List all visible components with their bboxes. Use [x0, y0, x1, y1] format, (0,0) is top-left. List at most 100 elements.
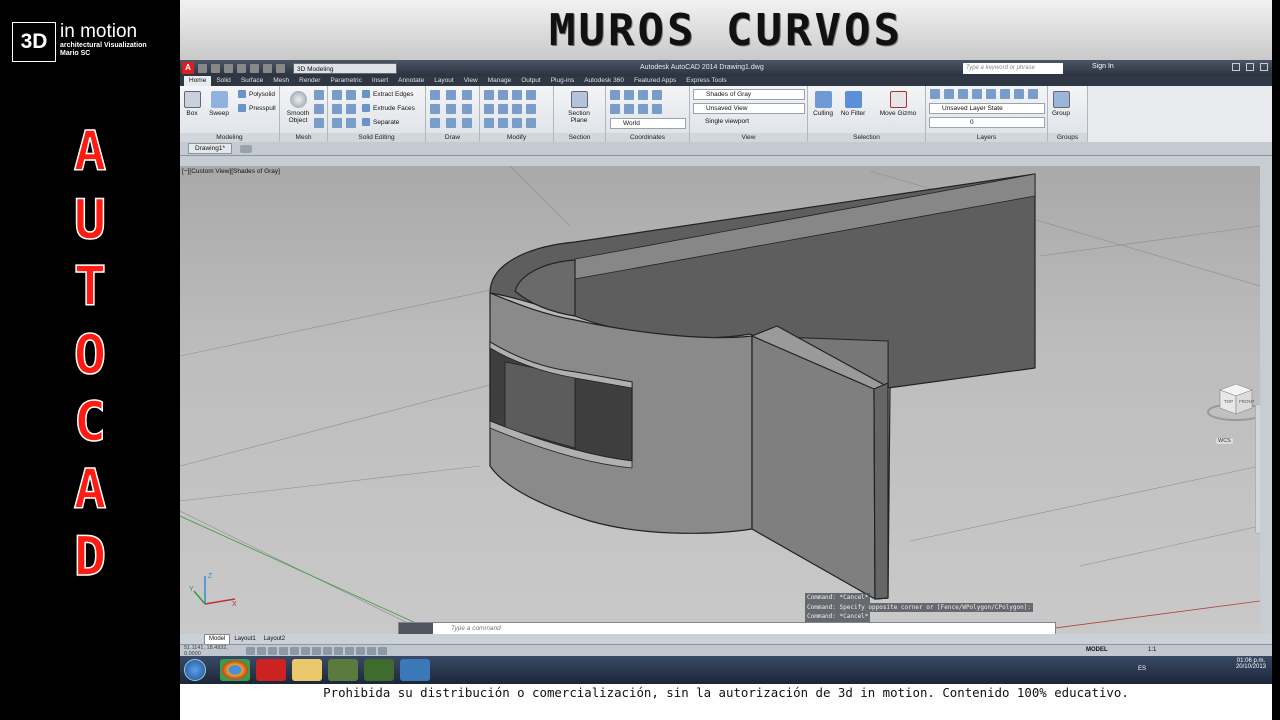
line-icon[interactable]	[430, 90, 440, 100]
open-file-icon[interactable]	[211, 63, 220, 73]
viewcube-graphic[interactable]: TOP FRONT	[1206, 374, 1260, 434]
ucs-icon[interactable]	[652, 90, 662, 100]
tab-insert[interactable]: Insert	[367, 76, 393, 86]
lineweight-icon[interactable]	[345, 646, 354, 655]
save-as-icon[interactable]	[237, 63, 246, 73]
imprint-icon[interactable]	[346, 118, 356, 128]
new-document-tab-icon[interactable]	[240, 144, 252, 153]
culling-button[interactable]: Culling	[810, 91, 836, 117]
document-tab-drawing1[interactable]: Drawing1*	[188, 143, 232, 154]
layer-tool-icon[interactable]	[986, 89, 996, 99]
language-indicator[interactable]: ES	[1138, 666, 1146, 672]
ucs-world-dropdown[interactable]: World	[610, 118, 686, 129]
undo-icon[interactable]	[263, 63, 272, 73]
tab-layout1[interactable]: Layout1	[230, 635, 259, 644]
ucs-icon[interactable]	[638, 104, 648, 114]
smooth-object-button[interactable]: Smooth Object	[284, 91, 312, 124]
polysolid-button[interactable]: Polysolid	[238, 90, 275, 98]
new-file-icon[interactable]	[198, 63, 207, 73]
rotate-icon[interactable]	[498, 90, 508, 100]
minimize-icon[interactable]	[1232, 63, 1240, 71]
chrome-taskbar-icon[interactable]	[220, 659, 250, 681]
ortho-icon[interactable]	[268, 646, 277, 655]
tab-parametric[interactable]: Parametric	[325, 76, 366, 86]
ellipse-icon[interactable]	[462, 104, 472, 114]
layer-tool-icon[interactable]	[930, 89, 940, 99]
tab-surface[interactable]: Surface	[236, 76, 268, 86]
viewcube-front-label[interactable]: FRONT	[1239, 399, 1255, 404]
snap-icon[interactable]	[246, 646, 255, 655]
workspace-selector[interactable]: 3D Modeling	[293, 62, 397, 74]
polyline-icon[interactable]	[430, 104, 440, 114]
quick-properties-icon[interactable]	[367, 646, 376, 655]
slice-icon[interactable]	[346, 104, 356, 114]
drawing-viewport[interactable]: Z X Y [−][Custom View][Shades of Gray] T…	[180, 166, 1260, 634]
tab-output[interactable]: Output	[516, 76, 546, 86]
ucs-icon[interactable]	[610, 104, 620, 114]
panel-title-modify[interactable]: Modify	[480, 133, 553, 142]
interfere-icon[interactable]	[332, 118, 342, 128]
curved-wall-model[interactable]	[489, 173, 1036, 600]
autocad-logo-icon[interactable]: A	[182, 62, 194, 74]
recorder-taskbar-icon[interactable]	[364, 659, 394, 681]
tab-home[interactable]: Home	[184, 76, 212, 86]
start-button[interactable]	[184, 659, 206, 681]
app-taskbar-icon[interactable]	[400, 659, 430, 681]
maximize-icon[interactable]	[1246, 63, 1254, 71]
viewcube[interactable]: TOP FRONT	[1206, 374, 1260, 439]
tab-manage[interactable]: Manage	[483, 76, 517, 86]
panel-title-mesh[interactable]: Mesh	[280, 133, 327, 142]
tab-view[interactable]: View	[459, 76, 483, 86]
offset-icon[interactable]	[498, 118, 508, 128]
autocad-taskbar-icon[interactable]	[256, 659, 286, 681]
otrack-icon[interactable]	[312, 646, 321, 655]
panel-title-modeling[interactable]: Modeling	[180, 133, 279, 142]
ucs-icon[interactable]	[652, 104, 662, 114]
named-view-dropdown[interactable]: Unsaved View	[693, 103, 805, 114]
layer-dropdown[interactable]: 0	[929, 117, 1045, 128]
box-button[interactable]: Box	[182, 91, 202, 117]
stretch-icon[interactable]	[526, 104, 536, 114]
layer-tool-icon[interactable]	[1000, 89, 1010, 99]
polygon-icon[interactable]	[446, 118, 456, 128]
polar-icon[interactable]	[279, 646, 288, 655]
arc-icon[interactable]	[462, 90, 472, 100]
viewport-controls-label[interactable]: [−][Custom View][Shades of Gray]	[182, 168, 280, 175]
trim-icon[interactable]	[512, 90, 522, 100]
separate-button[interactable]: Separate	[362, 118, 399, 126]
ucs-icon[interactable]	[624, 104, 634, 114]
viewcube-top-label[interactable]: TOP	[1224, 399, 1233, 404]
mesh-tool-icon[interactable]	[314, 118, 324, 128]
spline-icon[interactable]	[430, 118, 440, 128]
tab-layout[interactable]: Layout	[429, 76, 459, 86]
group-button[interactable]: Group	[1050, 91, 1072, 117]
save-icon[interactable]	[224, 63, 233, 73]
rectangle-icon[interactable]	[446, 104, 456, 114]
explode-icon[interactable]	[512, 118, 522, 128]
plot-icon[interactable]	[250, 63, 259, 73]
erase-icon[interactable]	[526, 118, 536, 128]
circle-icon[interactable]	[446, 90, 456, 100]
ucs-icon[interactable]	[610, 90, 620, 100]
array-icon[interactable]	[512, 104, 522, 114]
panel-title-selection[interactable]: Selection	[808, 133, 925, 142]
layer-tool-icon[interactable]	[1028, 89, 1038, 99]
tab-model[interactable]: Model	[204, 633, 231, 645]
redo-icon[interactable]	[276, 63, 285, 73]
annotation-scale[interactable]: 1:1	[1148, 647, 1156, 653]
panel-title-groups[interactable]: Groups	[1048, 133, 1087, 142]
tab-layout2[interactable]: Layout2	[260, 635, 289, 644]
ucs-icon[interactable]	[638, 90, 648, 100]
tab-featured-apps[interactable]: Featured Apps	[629, 76, 681, 86]
panel-title-solid-editing[interactable]: Solid Editing	[328, 133, 425, 142]
command-input[interactable]	[451, 624, 1031, 633]
panel-title-view[interactable]: View	[690, 133, 807, 142]
intersect-icon[interactable]	[332, 104, 342, 114]
move-icon[interactable]	[484, 90, 494, 100]
ducs-icon[interactable]	[323, 646, 332, 655]
layer-tool-icon[interactable]	[958, 89, 968, 99]
transparency-icon[interactable]	[356, 646, 365, 655]
panel-title-section[interactable]: Section	[554, 133, 605, 142]
system-clock[interactable]: 01:06 p.m. 20/10/2013	[1236, 658, 1266, 682]
navigation-bar[interactable]	[1255, 404, 1260, 534]
